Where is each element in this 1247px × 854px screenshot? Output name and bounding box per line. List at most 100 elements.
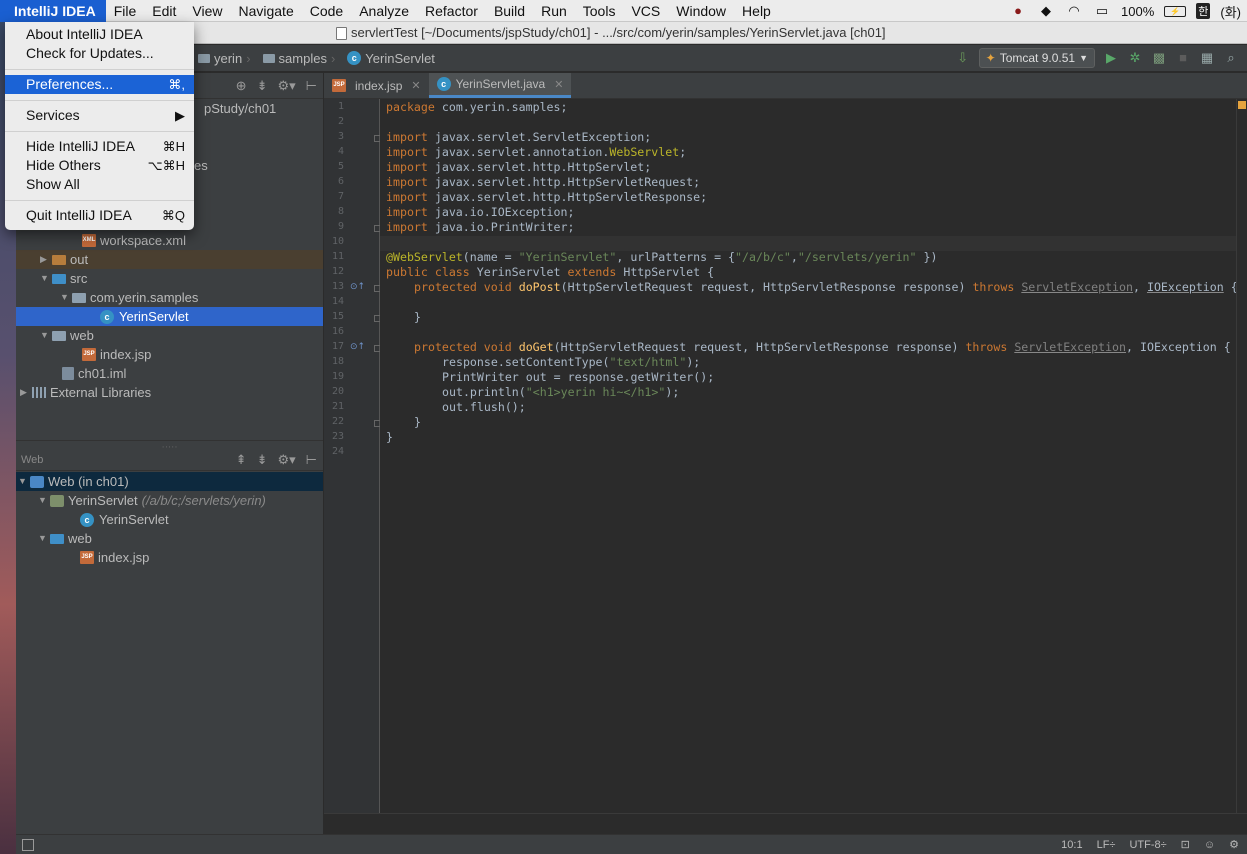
expanded-arrow-icon[interactable]: ▼ bbox=[40, 269, 52, 288]
current-line-highlight bbox=[380, 236, 1236, 251]
tree-item-yerinservlet[interactable]: c YerinServlet bbox=[16, 307, 323, 326]
hide-panel-icon[interactable]: ⊢ bbox=[306, 452, 317, 468]
web-tree-servlet-mapping[interactable]: ▼ YerinServlet (/a/b/c;/servlets/yerin) bbox=[16, 491, 323, 510]
tree-item-web[interactable]: ▼ web bbox=[16, 326, 323, 345]
tab-yerinservlet-java[interactable]: c YerinServlet.java ✕ bbox=[428, 73, 572, 98]
debug-icon[interactable]: ✲ bbox=[1127, 50, 1143, 66]
editor-gutter[interactable]: 1 2 3 4 5 6 7 8 9 10 11 12 13 14 15 16 1… bbox=[324, 99, 381, 813]
tree-item-workspace[interactable]: XML workspace.xml bbox=[16, 231, 323, 250]
menu-analyze[interactable]: Analyze bbox=[351, 0, 417, 22]
menu-help[interactable]: Help bbox=[734, 0, 779, 22]
input-method-indicator[interactable]: 한 bbox=[1196, 3, 1211, 19]
expanded-arrow-icon[interactable]: ▼ bbox=[60, 288, 72, 307]
close-icon[interactable]: ✕ bbox=[554, 78, 563, 91]
collapse-all-icon[interactable]: ⇟ bbox=[257, 78, 268, 94]
close-icon[interactable]: ✕ bbox=[411, 79, 420, 92]
expanded-arrow-icon[interactable]: ▼ bbox=[18, 472, 30, 491]
class-icon: c bbox=[100, 309, 114, 324]
tree-item-iml[interactable]: ch01.iml bbox=[16, 364, 323, 383]
gear-icon[interactable]: ⚙▾ bbox=[277, 78, 295, 94]
expanded-arrow-icon[interactable]: ▼ bbox=[38, 529, 50, 548]
app-menu[interactable]: IntelliJ IDEA bbox=[0, 0, 106, 22]
expanded-arrow-icon[interactable]: ▼ bbox=[40, 326, 52, 345]
lock-icon[interactable]: ⊡ bbox=[1181, 838, 1190, 851]
menu-item-preferences[interactable]: Preferences... ⌘, bbox=[5, 75, 194, 94]
tree-item-package[interactable]: ▼ com.yerin.samples bbox=[16, 288, 323, 307]
stop-icon[interactable]: ■ bbox=[1175, 50, 1191, 66]
scroll-from-source-icon[interactable]: ⊕ bbox=[236, 78, 247, 94]
battery-icon[interactable]: ⚡ bbox=[1164, 5, 1187, 17]
code-line: import javax.servlet.annotation.WebServl… bbox=[386, 145, 687, 159]
menu-item-quit[interactable]: Quit IntelliJ IDEA ⌘Q bbox=[5, 206, 194, 225]
tab-index-jsp[interactable]: JSP index.jsp ✕ bbox=[324, 73, 429, 98]
override-marker-icon[interactable]: ⊙↑ bbox=[350, 282, 365, 292]
line-number: 17 bbox=[331, 341, 344, 352]
menu-tools[interactable]: Tools bbox=[575, 0, 624, 22]
line-separator[interactable]: LF÷ bbox=[1097, 839, 1116, 851]
menu-refactor[interactable]: Refactor bbox=[417, 0, 486, 22]
breadcrumb-yerin[interactable]: yerin › bbox=[192, 51, 257, 66]
menu-item-about[interactable]: About IntelliJ IDEA bbox=[5, 25, 194, 44]
collapse-all-icon[interactable]: ⇟ bbox=[257, 452, 268, 468]
menu-vcs[interactable]: VCS bbox=[623, 0, 668, 22]
web-tree-web-folder[interactable]: ▼ web bbox=[16, 529, 323, 548]
expanded-arrow-icon[interactable]: ▼ bbox=[38, 491, 50, 510]
menu-edit[interactable]: Edit bbox=[144, 0, 184, 22]
menu-item-hide-others[interactable]: Hide Others ⌥⌘H bbox=[5, 156, 194, 175]
hide-panel-icon[interactable]: ⊢ bbox=[306, 78, 317, 94]
menu-item-check-updates[interactable]: Check for Updates... bbox=[5, 44, 194, 63]
web-tree-index-jsp[interactable]: JSP index.jsp bbox=[16, 548, 323, 567]
code-line: import java.io.IOException; bbox=[386, 205, 575, 219]
expand-all-icon[interactable]: ⇞ bbox=[236, 452, 247, 468]
breadcrumb-yerinservlet[interactable]: c YerinServlet bbox=[341, 51, 441, 66]
tree-item-external-libraries[interactable]: ▶ External Libraries bbox=[16, 383, 323, 402]
web-tree-servlet-class[interactable]: c YerinServlet bbox=[16, 510, 323, 529]
menubar-day[interactable]: (화) bbox=[1220, 2, 1241, 21]
run-configuration-select[interactable]: ✦ Tomcat 9.0.51 ▼ bbox=[978, 48, 1095, 68]
tomcat-icon: ✦ bbox=[985, 51, 996, 65]
code-editor[interactable]: package com.yerin.samples; import javax.… bbox=[380, 99, 1236, 813]
file-encoding[interactable]: UTF-8÷ bbox=[1129, 839, 1166, 851]
breadcrumb-samples[interactable]: samples › bbox=[257, 51, 342, 66]
panel-splitter[interactable]: ∙∙∙∙∙ bbox=[16, 440, 323, 451]
tree-item-out[interactable]: ▶ out bbox=[16, 250, 323, 269]
tree-item-index-jsp[interactable]: JSP index.jsp bbox=[16, 345, 323, 364]
search-icon[interactable]: ⌕ bbox=[1223, 50, 1239, 66]
menu-item-services[interactable]: Services ▶ bbox=[5, 106, 194, 125]
dropbox-icon[interactable]: ◆ bbox=[1037, 4, 1055, 18]
menu-view[interactable]: View bbox=[184, 0, 230, 22]
run-icon[interactable]: ▶ bbox=[1103, 50, 1119, 66]
web-module-icon bbox=[30, 475, 44, 488]
line-number: 13 bbox=[331, 281, 344, 292]
menu-window[interactable]: Window bbox=[668, 0, 734, 22]
tree-item-src[interactable]: ▼ src bbox=[16, 269, 323, 288]
collapsed-arrow-icon[interactable]: ▶ bbox=[20, 383, 32, 402]
chat-icon[interactable]: ● bbox=[1009, 4, 1027, 18]
inspector-icon[interactable]: ☺ bbox=[1204, 839, 1215, 851]
menu-file[interactable]: File bbox=[106, 0, 145, 22]
coverage-icon[interactable]: ▩ bbox=[1151, 50, 1167, 66]
airplay-icon[interactable]: ▭ bbox=[1093, 4, 1111, 18]
warning-marker[interactable] bbox=[1238, 101, 1246, 109]
menu-item-hide[interactable]: Hide IntelliJ IDEA ⌘H bbox=[5, 137, 194, 156]
editor-scrollbar[interactable] bbox=[1236, 99, 1247, 813]
collapsed-arrow-icon[interactable]: ▶ bbox=[40, 250, 52, 269]
menu-run[interactable]: Run bbox=[533, 0, 575, 22]
code-line: protected void doPost(HttpServletRequest… bbox=[414, 280, 1236, 294]
mac-menu-bar: IntelliJ IDEA File Edit View Navigate Co… bbox=[0, 0, 1247, 22]
code-line: } bbox=[386, 430, 393, 444]
web-tree-root[interactable]: ▼ Web (in ch01) bbox=[16, 472, 323, 491]
project-structure-icon[interactable]: ▦ bbox=[1199, 50, 1215, 66]
event-log-icon[interactable]: ⚙ bbox=[1229, 838, 1239, 851]
gear-icon[interactable]: ⚙▾ bbox=[277, 452, 295, 468]
wifi-icon[interactable]: ◠ bbox=[1065, 4, 1083, 18]
tool-windows-icon[interactable] bbox=[22, 838, 34, 851]
build-icon[interactable]: ⇩ bbox=[955, 50, 971, 66]
menu-build[interactable]: Build bbox=[486, 0, 533, 22]
xml-file-icon: XML bbox=[82, 234, 96, 247]
menu-code[interactable]: Code bbox=[302, 0, 351, 22]
override-marker-icon[interactable]: ⊙↑ bbox=[350, 342, 365, 352]
menu-navigate[interactable]: Navigate bbox=[230, 0, 301, 22]
menu-item-show-all[interactable]: Show All bbox=[5, 175, 194, 194]
caret-position[interactable]: 10:1 bbox=[1061, 839, 1082, 851]
